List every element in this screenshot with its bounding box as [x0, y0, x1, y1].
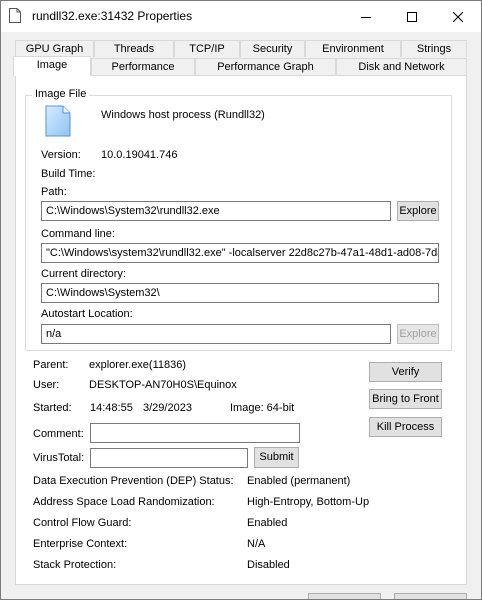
kill-process-button[interactable]: Kill Process — [369, 417, 442, 437]
parent-label: Parent: — [33, 359, 69, 371]
explore-autostart-button[interactable]: Explore — [397, 324, 439, 344]
started-time: 14:48:55 — [90, 402, 133, 414]
enterprise-context-label: Enterprise Context: — [33, 538, 128, 550]
tab-performance-graph[interactable]: Performance Graph — [195, 58, 336, 75]
parent-value: explorer.exe(11836) — [89, 359, 187, 371]
autostart-location-label: Autostart Location: — [41, 308, 133, 320]
close-icon — [453, 11, 463, 22]
comment-input[interactable] — [90, 423, 300, 443]
tab-tcpip[interactable]: TCP/IP — [174, 40, 240, 57]
virustotal-field[interactable] — [90, 448, 248, 468]
tab-image[interactable]: Image — [13, 56, 91, 76]
stack-protection-value: Disabled — [247, 559, 290, 571]
minimize-icon — [361, 16, 371, 18]
explore-button[interactable]: Explore — [397, 201, 439, 221]
tab-security[interactable]: Security — [240, 40, 305, 57]
started-date: 3/29/2023 — [143, 402, 192, 414]
stack-protection-label: Stack Protection: — [33, 559, 117, 571]
user-label: User: — [33, 379, 60, 391]
aslr-label: Address Space Load Randomization: — [33, 496, 215, 508]
maximize-icon — [407, 11, 417, 22]
maximize-button[interactable] — [389, 1, 435, 32]
version-label: Version: — [41, 149, 81, 161]
comment-label: Comment: — [33, 428, 84, 440]
command-line-field[interactable]: "C:\Windows\system32\rundll32.exe" -loca… — [41, 243, 439, 263]
properties-window: rundll32.exe:31432 Properties GPU Graph … — [0, 0, 482, 600]
aslr-value: High-Entropy, Bottom-Up — [247, 496, 370, 508]
path-label: Path: — [41, 186, 67, 198]
dep-status-value: Enabled (permanent) — [247, 475, 351, 487]
title-bar[interactable]: rundll32.exe:31432 Properties — [1, 1, 481, 32]
file-icon — [45, 105, 71, 137]
tab-threads[interactable]: Threads — [94, 40, 174, 57]
ok-button[interactable] — [308, 593, 381, 599]
bring-to-front-button[interactable]: Bring to Front — [369, 389, 442, 409]
dep-status-label: Data Execution Prevention (DEP) Status: — [33, 475, 234, 487]
control-flow-guard-value: Enabled — [247, 517, 288, 529]
image-bitness: Image: 64-bit — [230, 402, 295, 414]
current-directory-field[interactable]: C:\Windows\System32\ — [41, 283, 439, 303]
enterprise-context-value: N/A — [247, 538, 266, 550]
command-line-label: Command line: — [41, 228, 115, 240]
verify-button[interactable]: Verify — [369, 362, 442, 382]
image-description: Windows host process (Rundll32) — [101, 109, 265, 121]
window-title: rundll32.exe:31432 Properties — [32, 9, 193, 23]
close-button[interactable] — [435, 1, 481, 32]
current-directory-label: Current directory: — [41, 268, 126, 280]
build-time-label: Build Time: — [41, 168, 96, 180]
submit-button[interactable]: Submit — [254, 447, 299, 468]
path-field[interactable]: C:\Windows\System32\rundll32.exe — [41, 201, 391, 221]
autostart-location-field[interactable]: n/a — [41, 324, 391, 344]
user-value: DESKTOP-AN70H0S\Equinox — [89, 379, 237, 391]
app-icon — [9, 8, 21, 23]
tab-environment[interactable]: Environment — [305, 40, 401, 57]
minimize-button[interactable] — [343, 1, 389, 32]
tab-gpu-graph[interactable]: GPU Graph — [15, 40, 94, 57]
tab-disk-and-network[interactable]: Disk and Network — [336, 58, 467, 75]
image-file-group-label: Image File — [32, 88, 90, 100]
version-value: 10.0.19041.746 — [101, 149, 178, 161]
virustotal-label: VirusTotal: — [33, 452, 85, 464]
tab-strings[interactable]: Strings — [401, 40, 467, 57]
control-flow-guard-label: Control Flow Guard: — [33, 517, 132, 529]
tab-performance[interactable]: Performance — [91, 58, 195, 75]
cancel-button[interactable] — [394, 593, 467, 599]
started-label: Started: — [33, 402, 72, 414]
